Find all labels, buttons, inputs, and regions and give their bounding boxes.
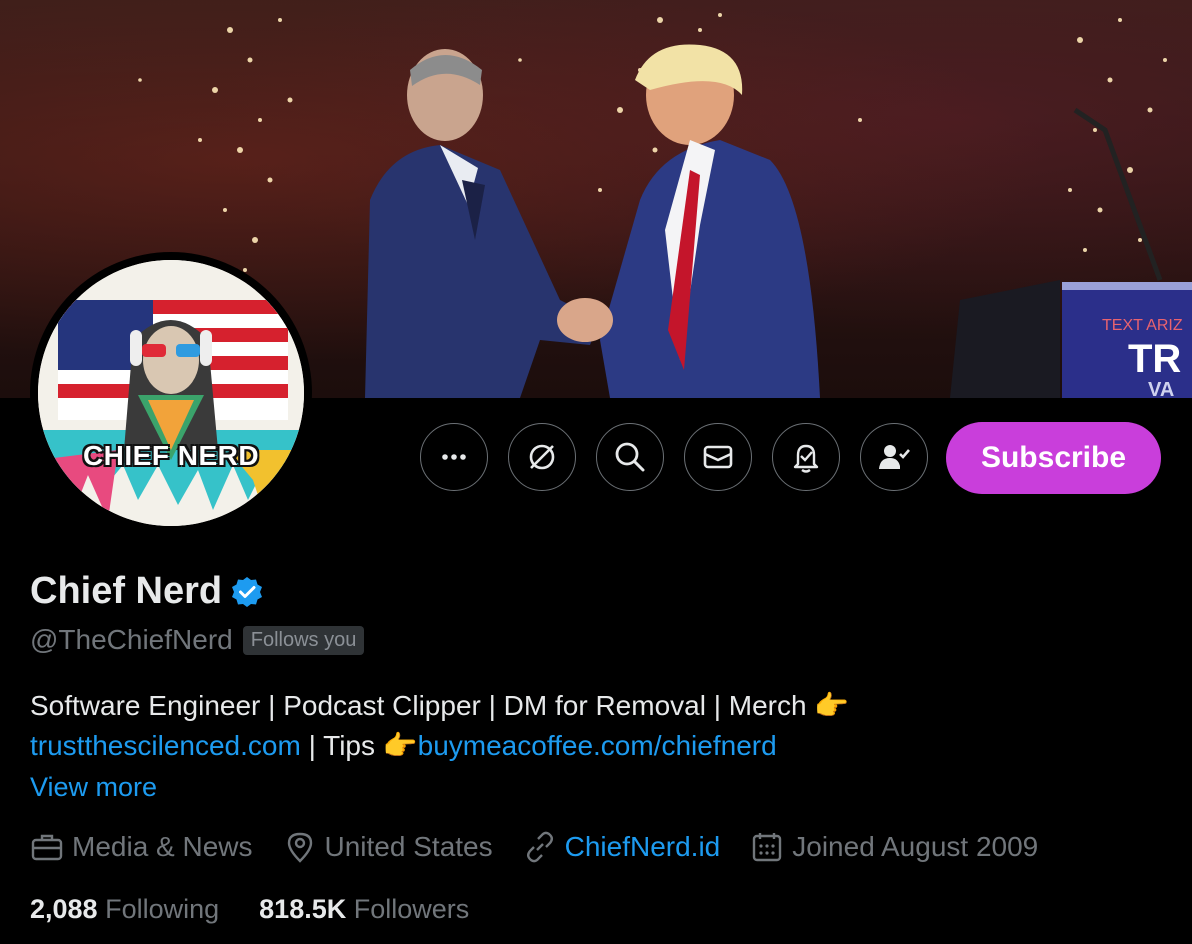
location-label: United States xyxy=(324,831,493,862)
bio: Software Engineer | Podcast Clipper | DM… xyxy=(30,686,1170,766)
notify-button[interactable] xyxy=(772,423,840,491)
location-pin-icon xyxy=(287,832,312,863)
following-count: 2,088 xyxy=(30,894,98,924)
verified-badge-icon[interactable] xyxy=(230,575,264,609)
website-link[interactable]: ChiefNerd.id xyxy=(565,831,721,863)
profile-name-row: Chief Nerd xyxy=(30,570,264,613)
search-button[interactable] xyxy=(596,423,664,491)
bio-link-buymeacoffee[interactable]: buymeacoffee.com/chiefnerd xyxy=(418,730,777,761)
category-label: Media & News xyxy=(72,831,253,862)
grok-button[interactable] xyxy=(508,423,576,491)
meta-location: United States xyxy=(283,830,493,864)
search-icon xyxy=(615,442,645,472)
right-person xyxy=(600,44,820,398)
grok-icon xyxy=(529,444,555,470)
following-button[interactable] xyxy=(860,423,928,491)
subscribe-button[interactable]: Subscribe xyxy=(946,422,1161,494)
display-name: Chief Nerd xyxy=(30,570,223,612)
link-icon xyxy=(526,831,553,863)
calendar-icon xyxy=(753,833,782,862)
follows-you-badge: Follows you xyxy=(242,625,365,655)
meta-joined: Joined August 2009 xyxy=(750,830,1038,864)
more-icon xyxy=(442,454,466,460)
handle: @TheChiefNerd xyxy=(30,624,233,655)
profile-meta: Media & News United States ChiefNerd.id … xyxy=(30,830,1068,864)
following-label: Following xyxy=(105,894,220,924)
view-more-link[interactable]: View more xyxy=(30,772,157,803)
more-button[interactable] xyxy=(420,423,488,491)
bio-link-trustthescilenced[interactable]: trustthescilenced.com xyxy=(30,730,301,761)
pointing-emoji: 👉 xyxy=(814,690,850,721)
briefcase-icon xyxy=(31,834,63,861)
person-check-icon xyxy=(879,445,910,469)
podium-sign-text: TEXT ARIZ xyxy=(1102,317,1183,334)
meta-category: Media & News xyxy=(30,830,253,864)
avatar-label: CHIEF NERD xyxy=(82,440,260,471)
follow-stats: 2,088 Following 818.5K Followers xyxy=(30,894,469,925)
handle-row: @TheChiefNerd Follows you xyxy=(30,624,365,656)
bio-text: Software Engineer | Podcast Clipper | DM… xyxy=(30,690,815,721)
followers-count: 818.5K xyxy=(259,894,347,924)
followers-label: Followers xyxy=(353,894,470,924)
left-person xyxy=(365,49,600,398)
mail-icon xyxy=(703,445,733,469)
podium-sign-big: TR xyxy=(1128,337,1181,381)
meta-website: ChiefNerd.id xyxy=(523,830,721,864)
joined-label: Joined August 2009 xyxy=(792,831,1039,862)
following-stat[interactable]: 2,088 Following xyxy=(30,894,219,925)
message-button[interactable] xyxy=(684,423,752,491)
pointing-emoji: 👉 xyxy=(382,730,418,761)
avatar-art xyxy=(38,260,304,526)
podium-sign-small: VA xyxy=(1148,379,1174,398)
bio-tips-text: | Tips xyxy=(300,730,383,761)
bell-check-icon xyxy=(793,444,819,473)
podium: TEXT ARIZ TR VA xyxy=(950,107,1192,398)
followers-stat[interactable]: 818.5K Followers xyxy=(259,894,469,925)
avatar[interactable]: CHIEF NERD xyxy=(38,260,304,526)
